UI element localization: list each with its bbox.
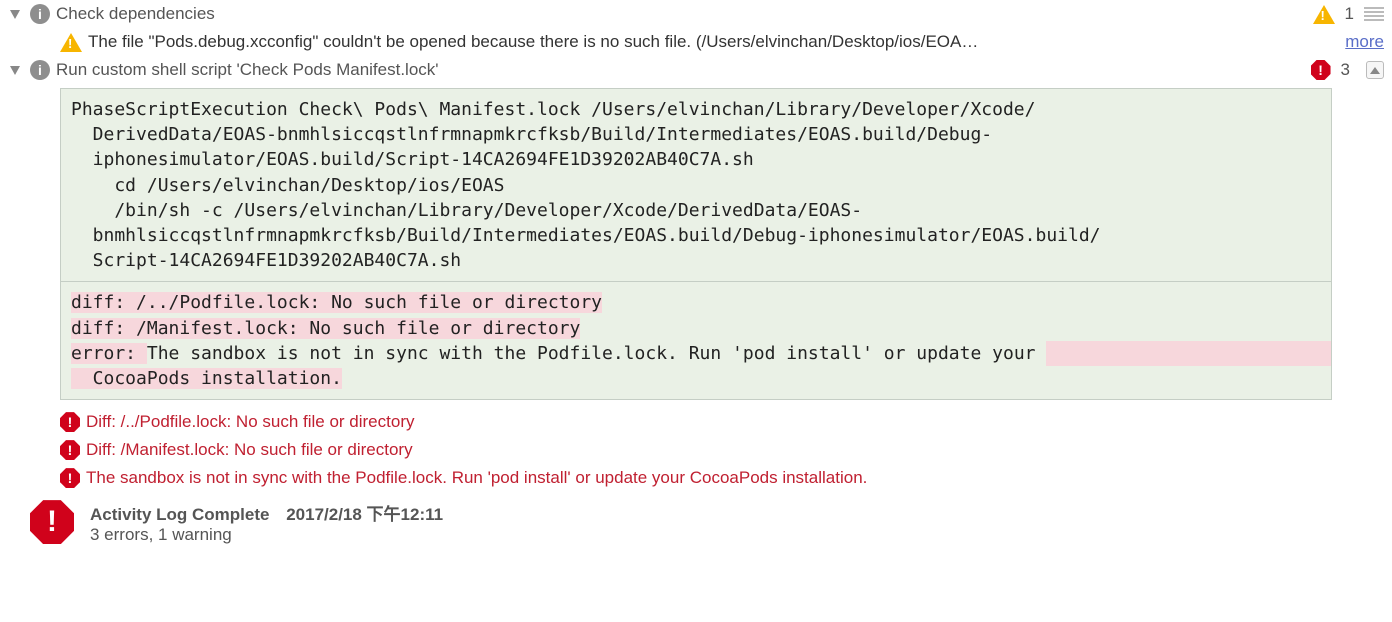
error-count: 3 (1341, 60, 1350, 80)
code-err-line: diff: /Manifest.lock: No such file or di… (71, 318, 580, 339)
section-title: Run custom shell script 'Check Pods Mani… (56, 60, 1305, 80)
warning-text: The file "Pods.debug.xcconfig" couldn't … (88, 32, 1329, 52)
code-output-1: PhaseScriptExecution Check\ Pods\ Manife… (60, 88, 1332, 282)
info-icon: i (30, 60, 50, 80)
error-icon-large: ! (30, 500, 74, 544)
error-row[interactable]: ! Diff: /Manifest.lock: No such file or … (0, 436, 1392, 464)
code-output-2: diff: /../Podfile.lock: No such file or … (60, 282, 1332, 400)
section-title: Check dependencies (56, 4, 1307, 24)
error-text: Diff: /Manifest.lock: No such file or di… (86, 440, 413, 460)
warning-row[interactable]: The file "Pods.debug.xcconfig" couldn't … (0, 28, 1392, 56)
section-check-dependencies-header[interactable]: i Check dependencies 1 (0, 0, 1392, 28)
warning-icon (1313, 5, 1335, 24)
error-row[interactable]: ! The sandbox is not in sync with the Po… (0, 464, 1392, 492)
info-icon: i (30, 4, 50, 24)
disclosure-icon[interactable] (10, 10, 20, 19)
error-row[interactable]: ! Diff: /../Podfile.lock: No such file o… (0, 408, 1392, 436)
more-link[interactable]: more (1345, 32, 1384, 52)
disclosure-icon[interactable] (10, 66, 20, 75)
error-icon: ! (60, 468, 80, 488)
code-err-line: error: (71, 343, 147, 364)
error-icon: ! (1311, 60, 1331, 80)
summary-timestamp: 2017/2/18 下午12:11 (286, 505, 443, 524)
summary-detail: 3 errors, 1 warning (90, 525, 443, 545)
menu-icon[interactable] (1364, 7, 1384, 21)
section-shell-script-header[interactable]: i Run custom shell script 'Check Pods Ma… (0, 56, 1392, 84)
error-text: Diff: /../Podfile.lock: No such file or … (86, 412, 414, 432)
error-icon: ! (60, 412, 80, 432)
activity-log-summary: ! Activity Log Complete 2017/2/18 下午12:1… (0, 492, 1392, 553)
error-text: The sandbox is not in sync with the Podf… (86, 468, 867, 488)
warning-icon (60, 33, 82, 52)
code-err-line: diff: /../Podfile.lock: No such file or … (71, 292, 602, 313)
code-err-line: CocoaPods installation. (71, 368, 342, 389)
collapse-button[interactable] (1366, 61, 1384, 79)
warning-count: 1 (1345, 4, 1354, 24)
error-icon: ! (60, 440, 80, 460)
code-line: The sandbox is not in sync with the Podf… (147, 343, 1046, 364)
summary-title: Activity Log Complete (90, 505, 269, 524)
